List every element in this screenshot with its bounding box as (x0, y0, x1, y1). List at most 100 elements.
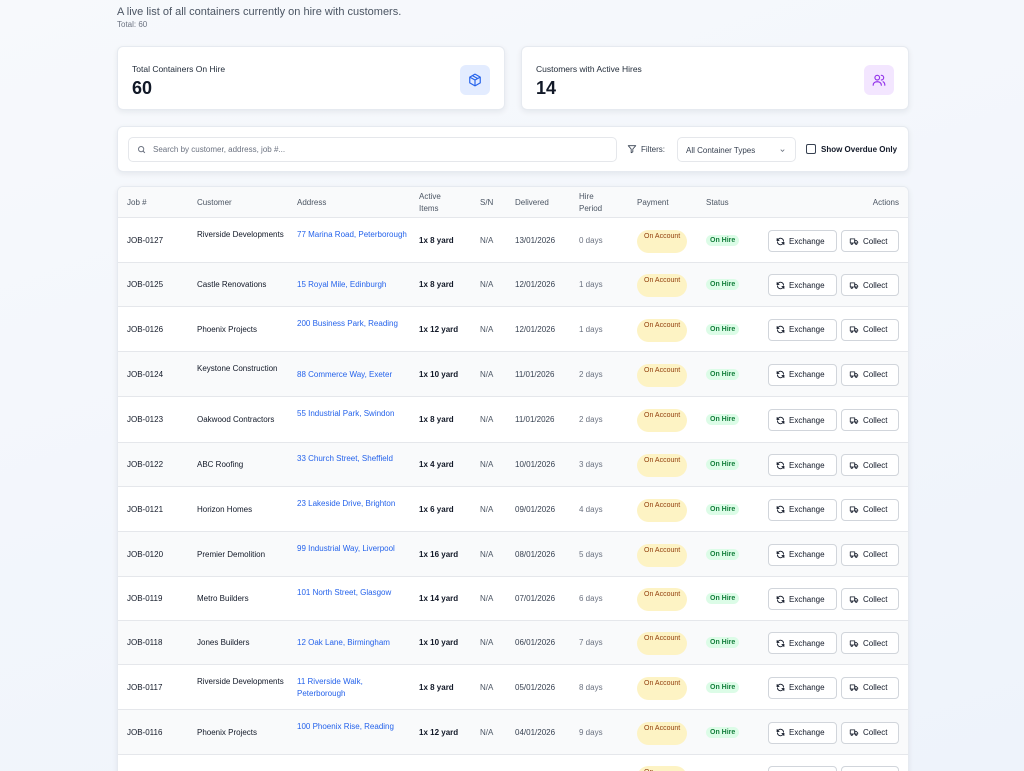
active-items: 1x 4 yard (419, 460, 454, 469)
serial-number: N/A (480, 280, 494, 289)
customer-name: Jones Builders (197, 638, 250, 647)
serial-number: N/A (480, 682, 494, 692)
collect-button[interactable]: Collect (841, 363, 899, 386)
status-badge: On Hire (706, 681, 740, 693)
status-badge: On Hire (706, 279, 740, 290)
address-link[interactable]: 15 Royal Mile, Edinburgh (297, 279, 407, 291)
exchange-button[interactable] (768, 766, 837, 771)
exchange-button[interactable]: Exchange (768, 676, 837, 699)
search-input[interactable] (153, 141, 608, 158)
customer-name: Metro Builders (197, 594, 249, 603)
address-link[interactable]: 99 Industrial Way, Liverpool (297, 543, 407, 555)
collect-button[interactable] (841, 766, 899, 771)
status-badge: On Hire (706, 503, 740, 515)
table-row: JOB-0120 Premier Demolition 99 Industrial … (118, 532, 908, 577)
customer-name: Horizon Homes (197, 504, 253, 514)
active-items: 1x 10 yard (419, 369, 459, 379)
exchange-button[interactable]: Exchange (768, 498, 837, 521)
filters-label: Filters: (627, 144, 665, 154)
exchange-button[interactable]: Exchange (768, 454, 837, 476)
customer-name: Premier Demolition (197, 549, 266, 559)
job-number: JOB-0121 (127, 504, 164, 514)
search-icon (138, 146, 146, 154)
exchange-button[interactable]: Exchange (768, 230, 837, 252)
search-box (128, 137, 617, 162)
overdue-checkbox[interactable] (806, 144, 816, 154)
filter-bar: Filters: All Container Types Show Overdu… (117, 126, 909, 172)
address-link[interactable]: 23 Lakeside Drive, Brighton (297, 498, 407, 510)
exchange-label: Exchange (789, 550, 825, 559)
collect-button[interactable]: Collect (841, 274, 899, 296)
exchange-label: Exchange (789, 728, 825, 737)
address-link[interactable]: 55 Industrial Park, Swindon (297, 408, 407, 420)
truck-icon (849, 684, 859, 691)
refresh-icon (776, 370, 785, 379)
exchange-button[interactable]: Exchange (768, 543, 837, 566)
refresh-icon (776, 550, 785, 559)
address-link[interactable]: 33 Church Street, Sheffield (297, 453, 407, 465)
active-items: 1x 16 yard (419, 549, 459, 559)
exchange-button[interactable]: Exchange (768, 588, 837, 610)
delivered-date: 05/01/2026 (515, 682, 556, 692)
truck-icon (849, 326, 859, 333)
stat-card-active-customers: Customers with Active Hires 14 (521, 46, 909, 110)
table-row: On (118, 755, 908, 771)
collect-button[interactable]: Collect (841, 498, 899, 521)
collect-button[interactable]: Collect (841, 409, 899, 431)
table-row: JOB-0116 Phoenix Projects 100 Phoenix Rise… (118, 710, 908, 755)
exchange-button[interactable]: Exchange (768, 363, 837, 386)
collect-button[interactable]: Collect (841, 318, 899, 341)
exchange-button[interactable]: Exchange (768, 274, 837, 296)
address-link[interactable]: 11 Riverside Walk, Peterborough (297, 676, 407, 700)
table-row: JOB-0117 Riverside Developments 11 Riversi… (118, 665, 908, 710)
overdue-toggle[interactable]: Show Overdue Only (806, 144, 897, 154)
collect-button[interactable]: Collect (841, 543, 899, 566)
address-link[interactable]: 77 Marina Road, Peterborough (297, 229, 407, 241)
stat-value: 14 (536, 78, 557, 98)
collect-label: Collect (863, 325, 888, 334)
collect-label: Collect (863, 638, 888, 648)
hire-period: 1 days (579, 324, 603, 334)
refresh-icon (776, 416, 785, 424)
address-link[interactable]: 101 North Street, Glasgow (297, 587, 407, 599)
customer-name: Riverside Developments (197, 230, 284, 239)
address-link[interactable]: 100 Phoenix Rise, Reading (297, 721, 407, 733)
exchange-button[interactable]: Exchange (768, 632, 837, 654)
collect-button[interactable]: Collect (841, 588, 899, 610)
customer-name: Castle Renovations (197, 280, 267, 289)
truck-icon (849, 461, 859, 469)
exchange-label: Exchange (789, 236, 825, 246)
address-link[interactable]: 200 Business Park, Reading (297, 318, 407, 330)
collect-button[interactable]: Collect (841, 632, 899, 654)
address-link[interactable]: 12 Oak Lane, Birmingham (297, 637, 407, 649)
container-type-select[interactable]: All Container Types (677, 137, 796, 162)
col-header-payment: Payment (637, 198, 669, 207)
collect-button[interactable]: Collect (841, 676, 899, 699)
serial-number: N/A (480, 549, 494, 559)
payment-badge: On Account (637, 676, 687, 700)
payment-badge: On Account (637, 274, 687, 297)
payment-badge: On Account (637, 409, 687, 432)
active-items: 1x 6 yard (419, 504, 454, 514)
address-link[interactable]: 88 Commerce Way, Exeter (297, 369, 407, 381)
collect-button[interactable]: Collect (841, 721, 899, 744)
stat-label: Customers with Active Hires (536, 64, 642, 74)
stat-value: 60 (132, 78, 153, 98)
page-subtitle: A live list of all containers currently … (117, 6, 402, 18)
delivered-date: 07/01/2026 (515, 594, 556, 603)
exchange-button[interactable]: Exchange (768, 318, 837, 341)
collect-button[interactable]: Collect (841, 454, 899, 476)
payment-badge: On Account (637, 318, 687, 342)
delivered-date: 13/01/2026 (515, 236, 556, 245)
job-number: JOB-0122 (127, 460, 164, 469)
serial-number: N/A (480, 727, 494, 737)
customer-name: Keystone Construction (197, 363, 278, 373)
truck-icon (849, 281, 859, 289)
refresh-icon (776, 281, 785, 289)
active-items: 1x 10 yard (419, 638, 459, 647)
box-icon (460, 65, 490, 95)
exchange-button[interactable]: Exchange (768, 721, 837, 744)
collect-button[interactable]: Collect (841, 230, 899, 252)
col-header-address: Address (297, 198, 327, 207)
exchange-button[interactable]: Exchange (768, 409, 837, 431)
